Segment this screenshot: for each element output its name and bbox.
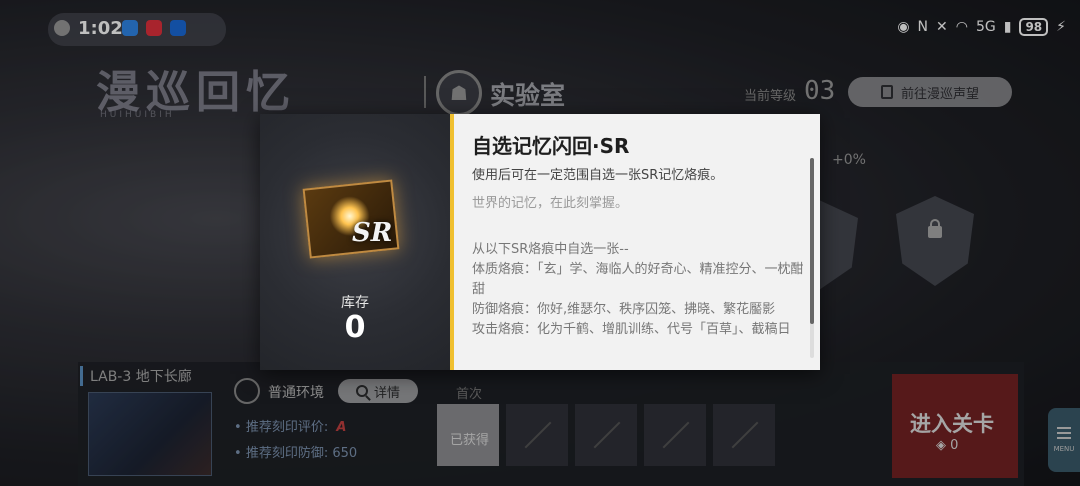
item-preview: SR 库存 0	[260, 114, 450, 370]
item-title: 自选记忆闪回·SR	[472, 134, 630, 158]
list-item: 防御烙痕：你好,维瑟尔、秩序囚笼、拂晓、繁花靨影	[472, 302, 776, 317]
scrollbar-thumb[interactable]	[810, 158, 814, 324]
list-item: 攻击烙痕：化为千鹤、增肌训练、代号「百草」、截稿日	[472, 322, 791, 337]
description-scroll-area[interactable]: 使用后可在一定范围自选一张SR记忆烙痕。 世界的记忆，在此刻掌握。 从以下SR烙…	[472, 166, 808, 362]
item-detail-modal: SR 库存 0 自选记忆闪回·SR 使用后可在一定范围自选一张SR记忆烙痕。 世…	[260, 114, 820, 370]
stock-label: 库存	[341, 295, 369, 311]
list-item: 体质烙痕：「玄」学、海临人的好奇心、精准控分、一枕酣甜	[472, 262, 804, 297]
stock-value: 0	[344, 310, 366, 345]
item-flavor-text: 世界的记忆，在此刻掌握。	[472, 196, 629, 211]
item-rarity: SR	[352, 218, 393, 248]
item-description-panel: 自选记忆闪回·SR 使用后可在一定范围自选一张SR记忆烙痕。 世界的记忆，在此刻…	[450, 114, 820, 370]
list-item: 从以下SR烙痕中自选一张--	[472, 242, 629, 257]
item-description: 使用后可在一定范围自选一张SR记忆烙痕。	[472, 168, 724, 183]
scrollbar[interactable]	[810, 158, 814, 358]
